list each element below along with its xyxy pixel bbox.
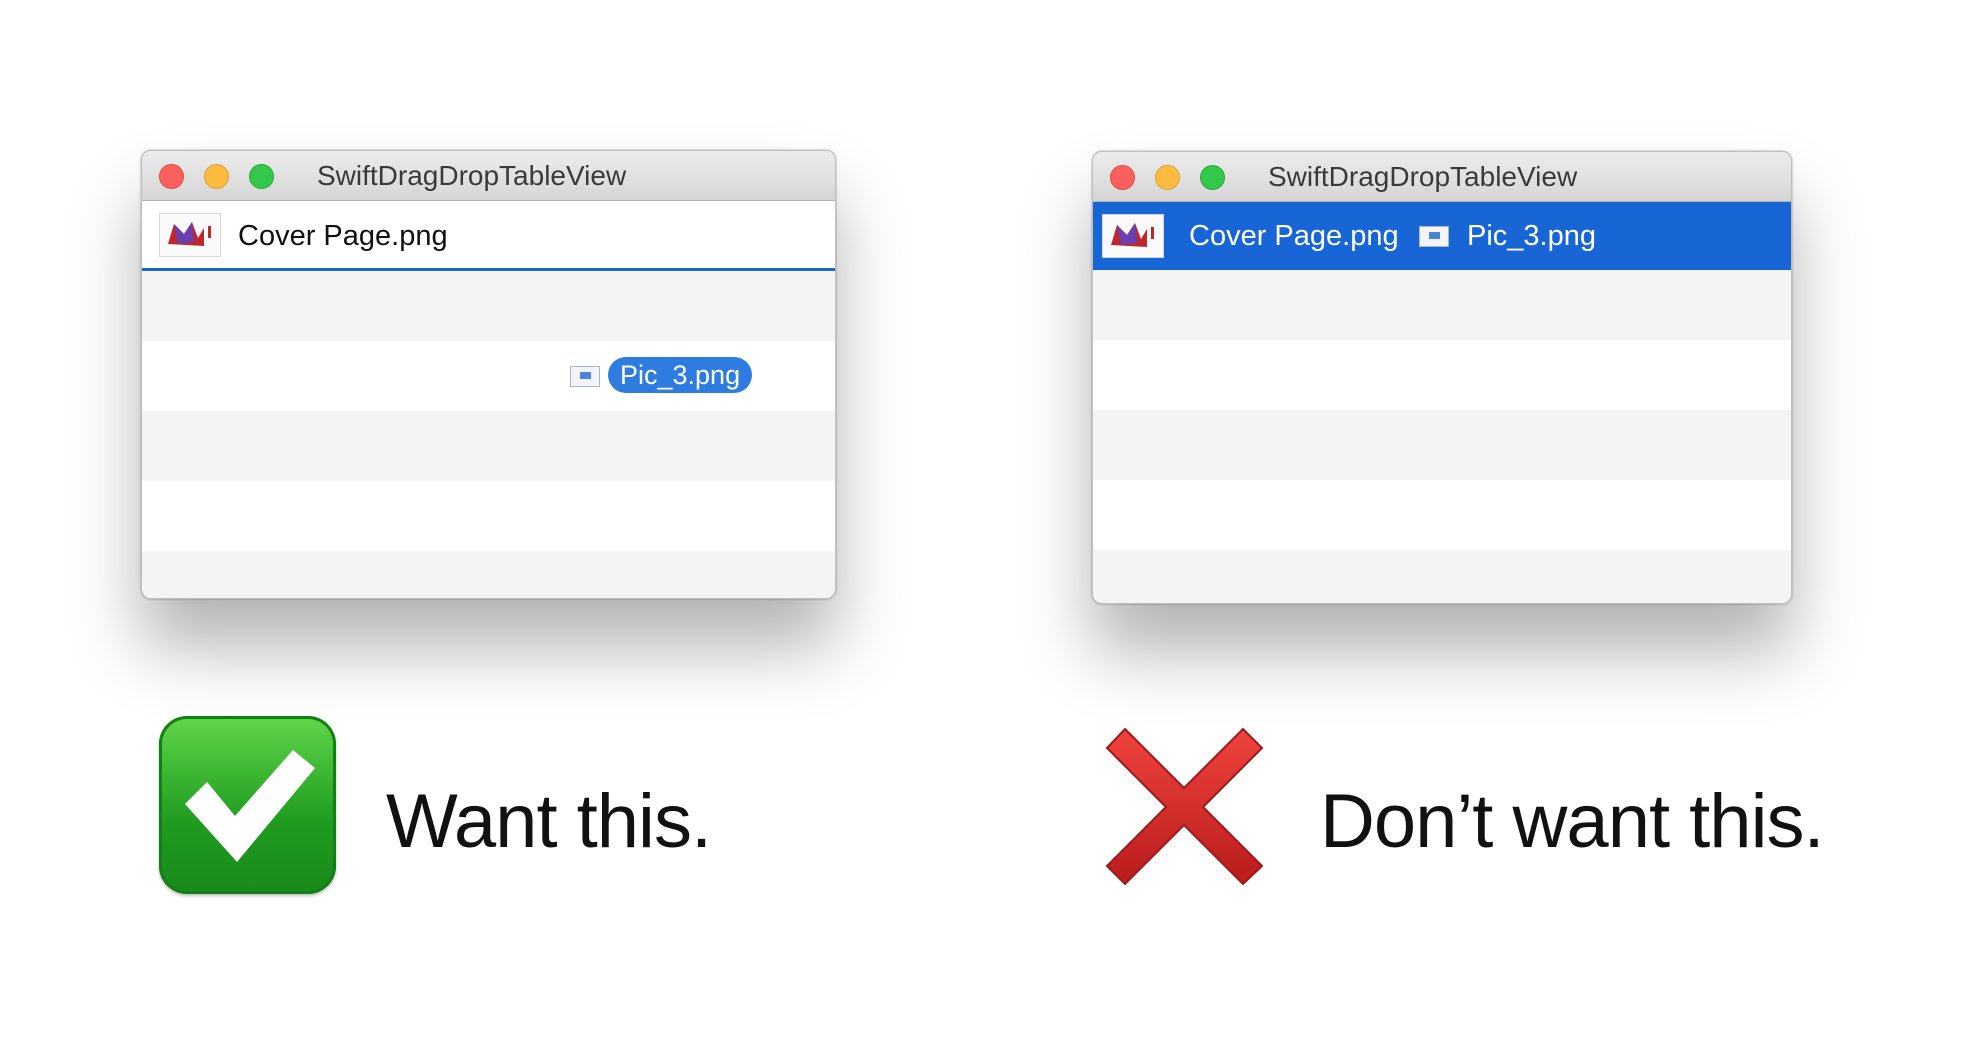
window-titlebar[interactable]: SwiftDragDropTableView <box>1093 152 1791 202</box>
checkmark-icon <box>159 716 336 894</box>
row-label: Cover Page.png <box>238 220 448 252</box>
right-window: SwiftDragDropTableView Cover Page.png Pi… <box>1092 151 1792 604</box>
minimize-button[interactable] <box>204 164 229 189</box>
row-label: Cover Page.png <box>1189 220 1399 252</box>
table-row[interactable]: Cover Page.png <box>142 201 835 271</box>
window-titlebar[interactable]: SwiftDragDropTableView <box>142 151 835 201</box>
window-title: SwiftDragDropTableView <box>1268 161 1578 192</box>
window-title: SwiftDragDropTableView <box>317 160 627 191</box>
close-button[interactable] <box>159 164 184 189</box>
zoom-button[interactable] <box>1200 165 1225 190</box>
table-row[interactable] <box>142 551 835 598</box>
image-thumbnail-icon <box>159 213 221 257</box>
table-row[interactable] <box>1093 480 1791 550</box>
image-thumbnail-icon <box>1102 214 1164 258</box>
image-file-icon <box>570 366 600 387</box>
table-row[interactable] <box>142 481 835 551</box>
table-row-selected[interactable]: Cover Page.png Pic_3.png <box>1093 202 1791 270</box>
close-button[interactable] <box>1110 165 1135 190</box>
image-file-icon <box>1419 226 1449 247</box>
drag-label[interactable]: Pic_3.png <box>608 357 753 393</box>
cross-icon <box>1103 725 1266 888</box>
table-row[interactable] <box>1093 410 1791 480</box>
appended-label: Pic_3.png <box>1467 220 1596 252</box>
caption-bad: Don’t want this. <box>1320 779 1825 864</box>
table-view[interactable]: Cover Page.png Pic_3.png <box>1093 202 1791 603</box>
caption-good: Want this. <box>386 779 712 864</box>
table-row[interactable] <box>1093 270 1791 340</box>
zoom-button[interactable] <box>249 164 274 189</box>
table-row[interactable] <box>142 411 835 481</box>
table-row[interactable] <box>142 271 835 341</box>
table-row[interactable] <box>1093 340 1791 410</box>
table-view[interactable]: Cover Page.png <box>142 201 835 598</box>
slide: SwiftDragDropTableView Cover Page.png Pi… <box>0 0 1974 1060</box>
table-row[interactable] <box>1093 550 1791 603</box>
minimize-button[interactable] <box>1155 165 1180 190</box>
